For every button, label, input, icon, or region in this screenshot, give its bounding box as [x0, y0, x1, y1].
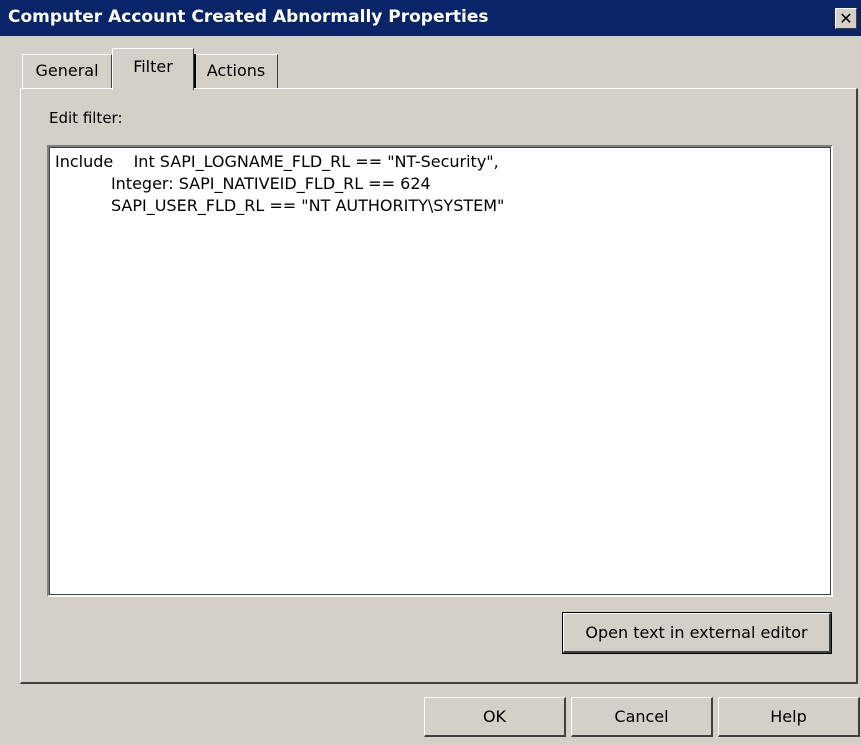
tab-general[interactable]: General [22, 54, 112, 88]
filter-text-area[interactable]: Include Int SAPI_LOGNAME_FLD_RL == "NT-S… [47, 145, 833, 597]
tab-filter[interactable]: Filter [112, 48, 194, 90]
edit-filter-label: Edit filter: [49, 109, 123, 127]
open-external-editor-button[interactable]: Open text in external editor [562, 612, 832, 654]
close-button[interactable]: ✕ [835, 8, 857, 29]
tab-actions[interactable]: Actions [194, 54, 278, 88]
cancel-button[interactable]: Cancel [571, 697, 713, 737]
title-bar: Computer Account Created Abnormally Prop… [0, 0, 861, 36]
close-icon: ✕ [839, 8, 853, 28]
window-title: Computer Account Created Abnormally Prop… [8, 7, 489, 27]
filter-tab-panel: Edit filter: Include Int SAPI_LOGNAME_FL… [20, 88, 858, 684]
ok-button[interactable]: OK [424, 697, 566, 737]
help-button[interactable]: Help [718, 697, 860, 737]
filter-line: Include Int SAPI_LOGNAME_FLD_RL == "NT-S… [55, 152, 499, 171]
filter-line: SAPI_USER_FLD_RL == "NT AUTHORITY\SYSTEM… [55, 196, 505, 215]
filter-line: Integer: SAPI_NATIVEID_FLD_RL == 624 [55, 174, 431, 193]
